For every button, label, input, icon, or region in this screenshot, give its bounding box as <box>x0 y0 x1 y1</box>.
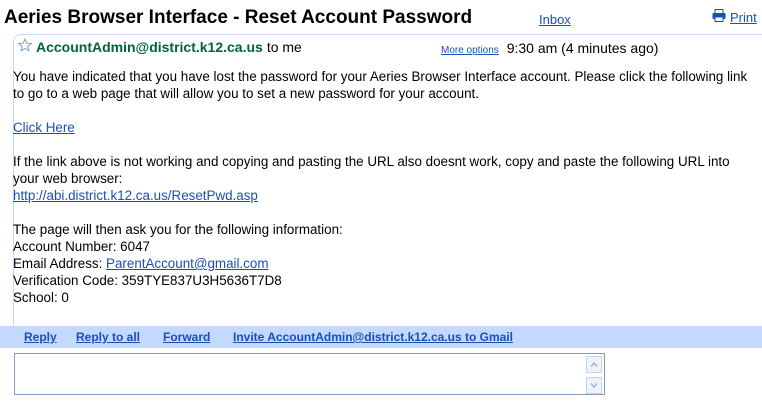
intro-text: You have indicated that you have lost th… <box>13 69 748 101</box>
inbox-label[interactable]: Inbox <box>539 12 571 27</box>
print-label: Print <box>730 9 757 25</box>
reset-url-link[interactable]: http://abi.district.k12.ca.us/ResetPwd.a… <box>13 188 258 203</box>
forward-button[interactable]: Forward <box>163 330 210 344</box>
message-meta: More options 9:30 am (4 minutes ago) <box>441 40 658 56</box>
quick-reply-textarea[interactable] <box>14 353 605 395</box>
school-text: School: 0 <box>13 290 69 305</box>
message-time: 9:30 am (4 minutes ago) <box>506 40 659 56</box>
invite-button[interactable]: Invite AccountAdmin@district.k12.ca.us t… <box>233 330 513 344</box>
verification-code: Verification Code: 359TYE837U3H5636T7D8 <box>13 273 282 288</box>
email-subject: Aeries Browser Interface - Reset Account… <box>4 7 473 28</box>
message-header: AccountAdmin@district.k12.ca.us to me <box>17 37 302 55</box>
fallback-text: If the link above is not working and cop… <box>13 154 730 186</box>
sender-name[interactable]: AccountAdmin@district.k12.ca.us <box>36 39 263 55</box>
email-address-link[interactable]: ParentAccount@gmail.com <box>106 256 268 271</box>
reply-button[interactable]: Reply <box>24 330 57 344</box>
scroll-down-icon[interactable] <box>586 377 602 394</box>
more-options-link[interactable]: More options <box>441 45 499 56</box>
print-button[interactable]: Print <box>712 9 757 25</box>
recipient-text: to me <box>266 38 302 55</box>
printer-icon <box>712 9 726 25</box>
scroll-up-icon[interactable] <box>586 356 602 373</box>
star-icon[interactable] <box>17 37 33 55</box>
action-bar: Reply Reply to all Forward Invite Accoun… <box>0 326 762 348</box>
reply-all-button[interactable]: Reply to all <box>76 330 140 344</box>
account-number: Account Number: 6047 <box>13 239 150 254</box>
message-body: You have indicated that you have lost th… <box>13 68 758 306</box>
info-intro: The page will then ask you for the follo… <box>13 222 343 237</box>
email-address-row: Email Address: ParentAccount@gmail.com <box>13 255 758 272</box>
email-address-label: Email Address: <box>13 256 107 271</box>
reply-scrollbar[interactable] <box>586 356 602 394</box>
click-here-link[interactable]: Click Here <box>13 120 75 135</box>
